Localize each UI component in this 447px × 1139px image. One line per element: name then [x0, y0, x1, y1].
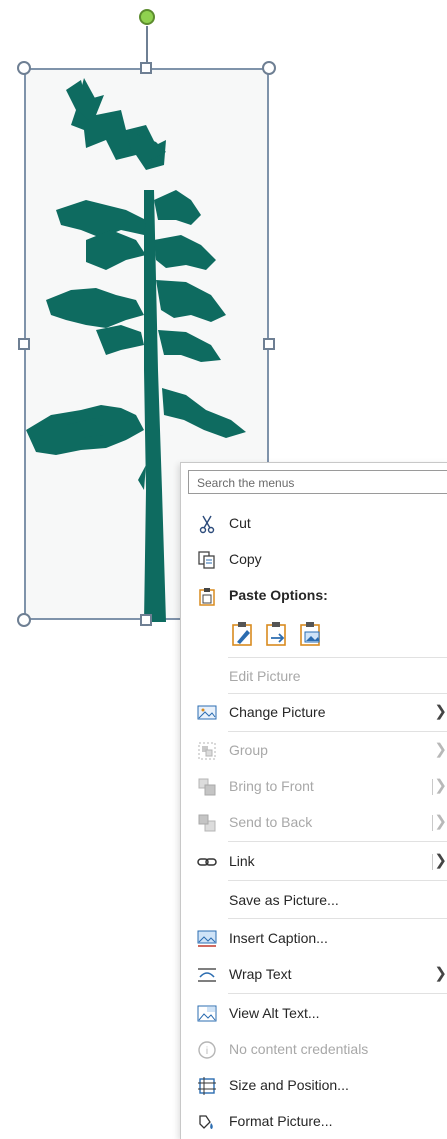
- menu-item-edit-picture: Edit Picture: [181, 659, 447, 693]
- insert-caption-icon: [197, 929, 217, 949]
- menu-item-label: Wrap Text: [229, 966, 292, 982]
- rotation-handle[interactable]: [139, 9, 155, 25]
- menu-divider: [228, 993, 447, 994]
- format-picture-icon: [197, 1112, 217, 1132]
- menu-item-label: Size and Position...: [229, 1077, 349, 1093]
- menu-divider: [228, 841, 447, 842]
- paste-merge-icon[interactable]: [263, 620, 291, 648]
- submenu-arrow-icon: ❯: [434, 741, 447, 758]
- resize-handle-top-left[interactable]: [17, 61, 31, 75]
- search-menus-input[interactable]: Search the menus: [188, 470, 447, 494]
- menu-item-label: Bring to Front: [229, 778, 314, 794]
- svg-text:i: i: [206, 1046, 208, 1057]
- menu-item-format-picture[interactable]: Format Picture...: [181, 1104, 447, 1138]
- menu-item-label: Insert Caption...: [229, 930, 328, 946]
- menu-item-label: View Alt Text...: [229, 1005, 320, 1021]
- menu-item-insert-caption[interactable]: Insert Caption...: [181, 921, 447, 955]
- menu-item-label: Paste Options:: [229, 587, 328, 603]
- menu-item-label: No content credentials: [229, 1041, 369, 1057]
- split-divider: [432, 779, 433, 795]
- menu-item-label: Edit Picture: [229, 668, 301, 684]
- search-placeholder: Search the menus: [197, 476, 295, 490]
- submenu-arrow-icon: ❯: [434, 703, 447, 720]
- menu-item-label: Send to Back: [229, 814, 313, 830]
- group-icon: [197, 741, 217, 761]
- wrap-text-icon: [197, 965, 217, 985]
- scissors-icon: [197, 514, 217, 534]
- split-divider: [432, 815, 433, 831]
- resize-handle-bottom-left[interactable]: [17, 613, 31, 627]
- info-icon: i: [197, 1040, 217, 1060]
- menu-item-label: Group: [229, 742, 268, 758]
- size-position-icon: [197, 1076, 217, 1096]
- menu-item-link[interactable]: Link ❯: [181, 844, 447, 878]
- resize-handle-top[interactable]: [140, 62, 152, 74]
- alt-text-icon: [197, 1004, 217, 1024]
- menu-divider: [228, 731, 447, 732]
- menu-item-wrap-text[interactable]: Wrap Text ❯: [181, 957, 447, 991]
- menu-item-label: Format Picture...: [229, 1113, 333, 1129]
- menu-item-size-and-position[interactable]: Size and Position...: [181, 1068, 447, 1102]
- menu-item-label: Save as Picture...: [229, 892, 339, 908]
- resize-handle-bottom[interactable]: [140, 614, 152, 626]
- paste-options-row: [225, 620, 345, 652]
- menu-item-cut[interactable]: Cut: [181, 506, 447, 540]
- link-icon: [197, 852, 217, 872]
- menu-item-no-content-credentials: i No content credentials: [181, 1032, 447, 1066]
- submenu-arrow-icon: ❯: [434, 852, 447, 869]
- menu-item-view-alt-text[interactable]: View Alt Text...: [181, 996, 447, 1030]
- menu-item-copy[interactable]: Copy: [181, 542, 447, 576]
- copy-icon: [197, 550, 217, 570]
- resize-handle-left[interactable]: [18, 338, 30, 350]
- resize-handle-top-right[interactable]: [262, 61, 276, 75]
- menu-item-label: Copy: [229, 551, 262, 567]
- menu-item-change-picture[interactable]: Change Picture ❯: [181, 695, 447, 729]
- menu-item-group: Group ❯: [181, 733, 447, 767]
- resize-handle-right[interactable]: [263, 338, 275, 350]
- bring-to-front-icon: [197, 777, 217, 797]
- submenu-arrow-icon: ❯: [434, 777, 447, 794]
- submenu-arrow-icon: ❯: [434, 965, 447, 982]
- menu-divider: [228, 657, 447, 658]
- menu-item-bring-to-front: Bring to Front ❯: [181, 769, 447, 803]
- clipboard-icon: [197, 586, 217, 606]
- menu-item-send-to-back: Send to Back ❯: [181, 805, 447, 839]
- menu-item-paste-options: Paste Options:: [181, 578, 447, 612]
- context-menu: Search the menus Cut Copy Paste Options:: [180, 462, 447, 1139]
- menu-divider: [228, 918, 447, 919]
- paste-picture-icon[interactable]: [297, 620, 325, 648]
- paste-keep-formatting-icon[interactable]: [229, 620, 257, 648]
- menu-item-label: Change Picture: [229, 704, 326, 720]
- split-divider: [432, 854, 433, 870]
- menu-divider: [228, 880, 447, 881]
- menu-item-label: Link: [229, 853, 255, 869]
- menu-divider: [228, 693, 447, 694]
- menu-item-label: Cut: [229, 515, 251, 531]
- change-picture-icon: [197, 703, 217, 723]
- send-to-back-icon: [197, 813, 217, 833]
- menu-item-save-as-picture[interactable]: Save as Picture...: [181, 883, 447, 917]
- submenu-arrow-icon: ❯: [434, 813, 447, 830]
